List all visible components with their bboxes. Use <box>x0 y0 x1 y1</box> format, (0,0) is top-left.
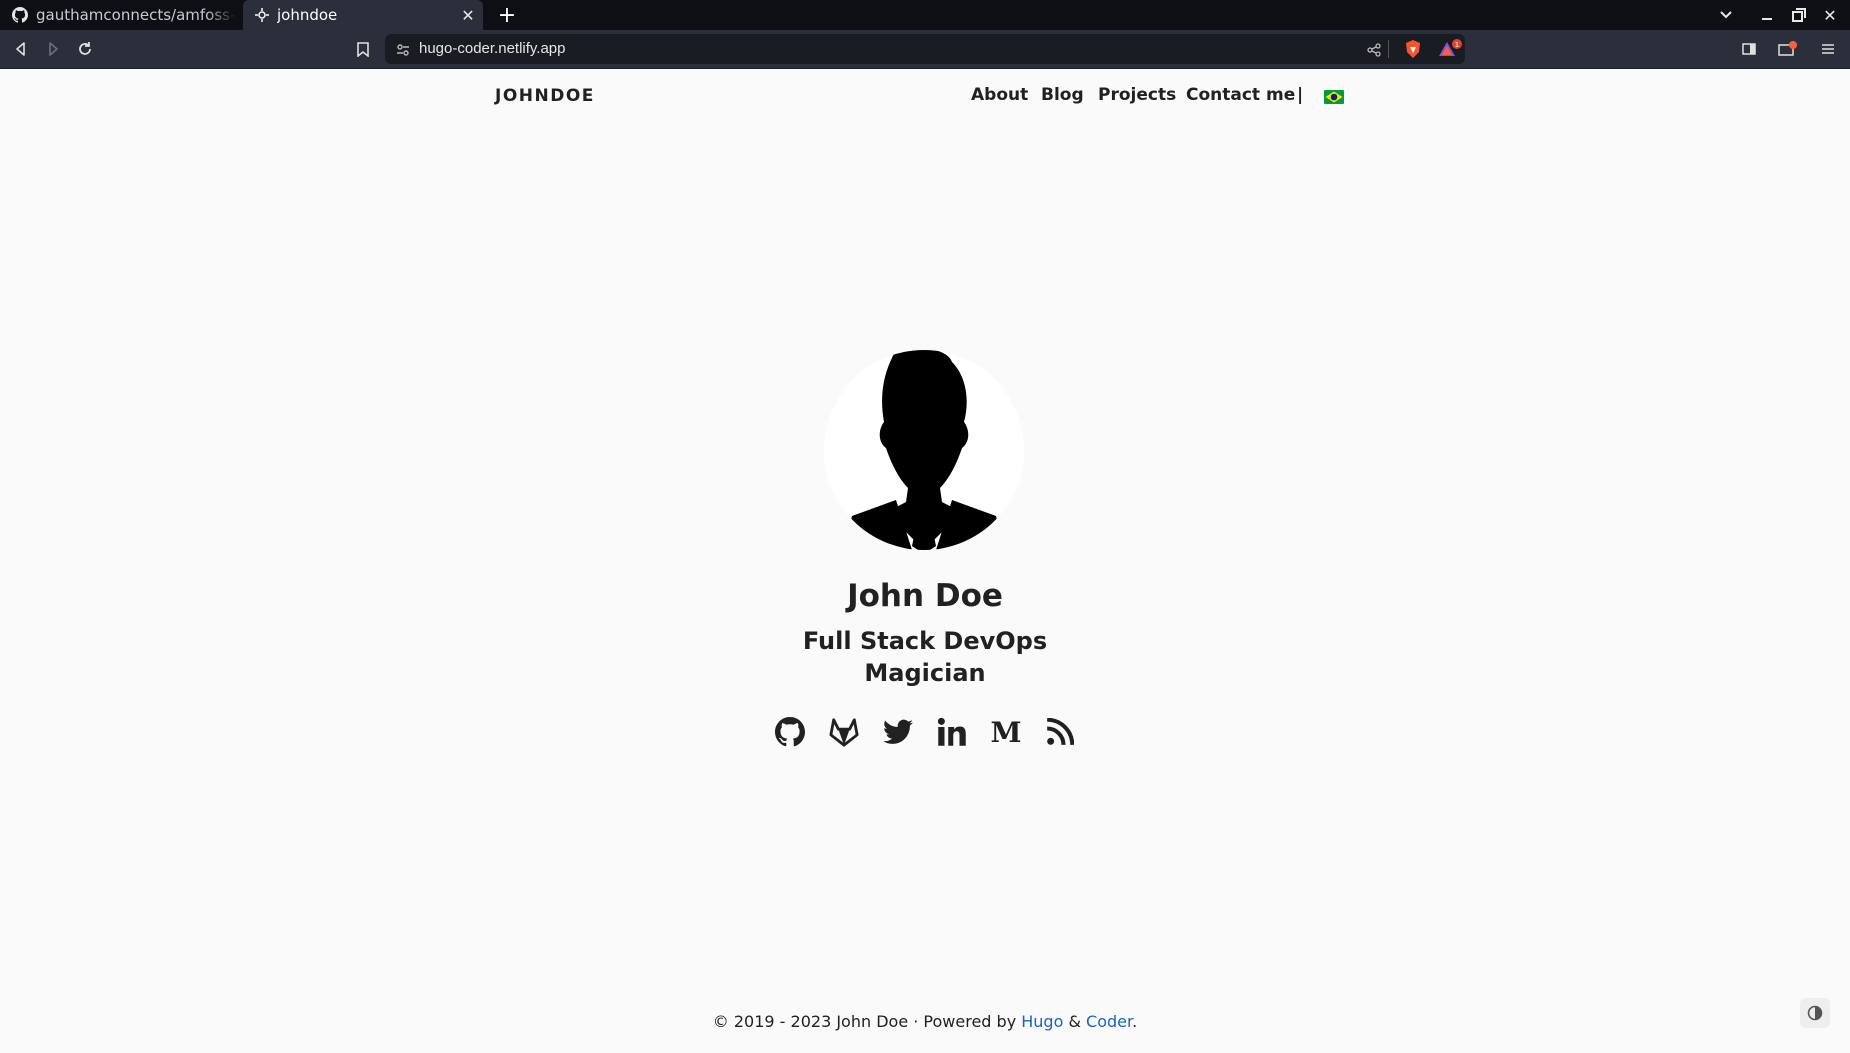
profile-tagline: Full Stack DevOps Magician <box>775 625 1075 689</box>
tab-list-chevron-down-icon[interactable] <box>1711 0 1741 30</box>
avatar <box>824 350 1024 550</box>
address-bar[interactable]: hugo-coder.netlify.app 1 <box>385 34 1465 64</box>
close-window-icon[interactable]: ✕ <box>1815 0 1845 30</box>
footer-period: . <box>1132 1012 1138 1031</box>
nav-projects[interactable]: Projects <box>1098 85 1176 105</box>
browser-tab-johndoe[interactable]: johndoe ✕ <box>243 0 483 30</box>
twitter-icon[interactable] <box>883 715 913 749</box>
contrast-icon <box>1807 1005 1823 1021</box>
gitlab-icon[interactable] <box>829 715 859 749</box>
browser-tab-bar: gauthamconnects/amfoss-ta johndoe ✕ + ✕ <box>0 0 1850 30</box>
brazil-flag-icon[interactable] <box>1324 89 1344 104</box>
menu-icon[interactable] <box>1814 35 1842 63</box>
nav-blog[interactable]: Blog <box>1041 85 1084 105</box>
tagline-line-1: Full Stack DevOps <box>802 627 1048 655</box>
medium-icon[interactable]: M <box>991 715 1021 749</box>
new-tab-button[interactable]: + <box>494 2 520 28</box>
reload-icon[interactable] <box>71 35 99 63</box>
site-brand-link[interactable]: JOHNDOE <box>495 86 595 106</box>
wallet-icon[interactable] <box>1774 35 1802 63</box>
site-icon <box>255 8 269 22</box>
github-icon <box>12 7 28 23</box>
social-links: M <box>0 715 1850 749</box>
site-header: JOHNDOE About Blog Projects Contact me | <box>0 68 1850 124</box>
svg-text:M: M <box>991 719 1021 745</box>
site-settings-icon[interactable] <box>396 42 410 61</box>
browser-tab-github[interactable]: gauthamconnects/amfoss-ta <box>0 0 243 30</box>
nav-separator: | <box>1297 85 1304 105</box>
footer-link-hugo[interactable]: Hugo <box>1021 1012 1063 1031</box>
linkedin-icon[interactable] <box>937 715 967 749</box>
tagline-line-2: Magician <box>864 659 986 687</box>
svg-text:1: 1 <box>1455 41 1459 49</box>
github-icon[interactable] <box>775 715 805 749</box>
browser-toolbar: hugo-coder.netlify.app 1 <box>0 30 1850 69</box>
brave-shields-icon[interactable] <box>1404 39 1422 63</box>
share-icon[interactable] <box>1367 42 1381 61</box>
minimize-icon[interactable] <box>1752 0 1782 30</box>
sidebar-icon[interactable] <box>1735 35 1763 63</box>
url-text: hugo-coder.netlify.app <box>419 40 566 57</box>
bookmark-icon[interactable] <box>349 35 377 63</box>
back-icon[interactable] <box>7 35 35 63</box>
close-icon[interactable]: ✕ <box>459 6 477 25</box>
footer-copyright: © 2019 - 2023 John Doe · Powered by <box>712 1012 1022 1031</box>
brave-rewards-icon[interactable]: 1 <box>1437 39 1463 63</box>
divider <box>1388 40 1389 58</box>
footer-ampersand: & <box>1063 1012 1087 1031</box>
forward-icon[interactable] <box>39 35 67 63</box>
restore-icon[interactable] <box>1784 0 1814 30</box>
theme-toggle-button[interactable] <box>1800 998 1830 1028</box>
rss-icon[interactable] <box>1045 715 1075 749</box>
tab-title: gauthamconnects/amfoss-ta <box>36 6 236 24</box>
tab-title: johndoe <box>277 6 338 24</box>
footer-link-coder[interactable]: Coder <box>1086 1012 1132 1031</box>
nav-contact-me[interactable]: Contact me <box>1186 85 1295 105</box>
site-footer: © 2019 - 2023 John Doe · Powered by Hugo… <box>0 1012 1850 1031</box>
profile-name: John Doe <box>847 578 1003 614</box>
nav-about[interactable]: About <box>971 85 1028 105</box>
